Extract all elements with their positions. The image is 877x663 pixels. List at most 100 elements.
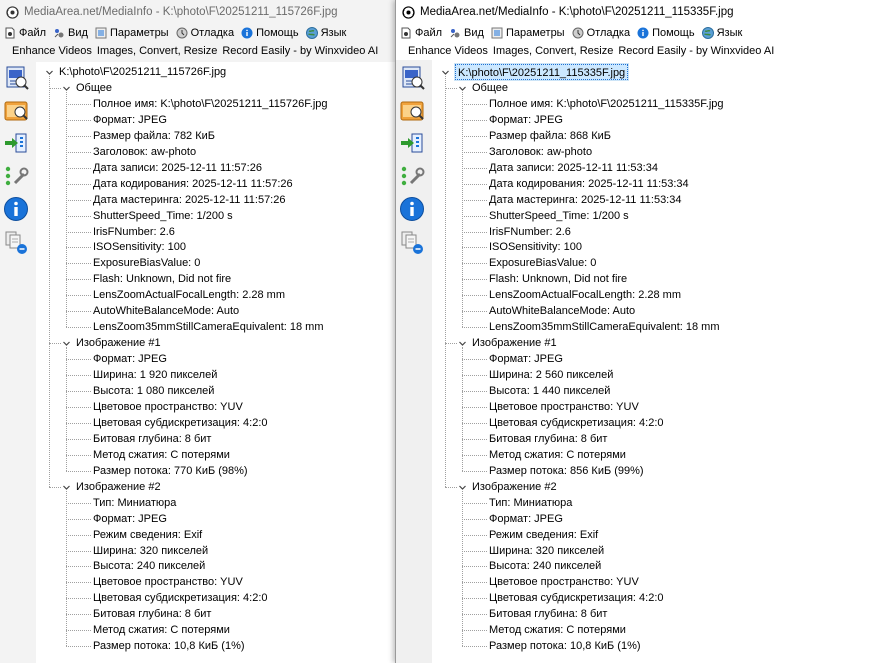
info-field[interactable]: Размер потока: 10,8 КиБ (1%) xyxy=(489,638,641,654)
info-tree[interactable]: K:\photo\F\20251211_115335F.jpg Общее Полн… xyxy=(432,62,877,663)
open-folder-icon[interactable] xyxy=(399,97,425,123)
info-field[interactable]: Цветовое пространство: YUV xyxy=(93,574,243,590)
info-field[interactable]: Размер потока: 10,8 КиБ (1%) xyxy=(93,638,245,654)
info-field[interactable]: Метод сжатия: С потерями xyxy=(93,447,230,463)
info-field[interactable]: ExposureBiasValue: 0 xyxy=(489,255,596,271)
info-field[interactable]: Заголовок: aw-photo xyxy=(93,144,196,160)
about-icon[interactable] xyxy=(399,196,425,222)
info-field[interactable]: Формат: JPEG xyxy=(489,511,563,527)
sponsor-link-record[interactable]: Record Easily - by Winxvideo AI xyxy=(222,45,378,57)
info-field[interactable]: LensZoomActualFocalLength: 2.28 mm xyxy=(489,287,681,303)
info-field[interactable]: LensZoomActualFocalLength: 2.28 mm xyxy=(93,287,285,303)
menu-debug[interactable]: Отладка xyxy=(176,27,234,39)
info-field[interactable]: Дата кодирования: 2025-12-11 11:53:34 xyxy=(489,176,689,192)
info-field[interactable]: Цветовая субдискретизация: 4:2:0 xyxy=(489,415,664,431)
info-field[interactable]: Цветовая субдискретизация: 4:2:0 xyxy=(93,590,268,606)
info-field[interactable]: Дата записи: 2025-12-11 11:57:26 xyxy=(93,160,262,176)
info-field[interactable]: Битовая глубина: 8 бит xyxy=(93,606,211,622)
menu-language[interactable]: Язык xyxy=(305,27,346,39)
info-field[interactable]: Размер файла: 782 КиБ xyxy=(93,128,215,144)
section-node[interactable]: Изображение #2 xyxy=(76,479,161,495)
file-root-node[interactable]: K:\photo\F\20251211_115335F.jpg xyxy=(453,63,630,81)
knowledge-icon[interactable] xyxy=(399,229,425,255)
info-field[interactable]: IrisFNumber: 2.6 xyxy=(93,224,175,240)
info-field[interactable]: ShutterSpeed_Time: 1/200 s xyxy=(93,208,233,224)
info-field[interactable]: ExposureBiasValue: 0 xyxy=(93,255,200,271)
menu-file[interactable]: Файл xyxy=(4,27,46,39)
info-field[interactable]: Дата мастеринга: 2025-12-11 11:57:26 xyxy=(93,192,285,208)
menu-file[interactable]: Файл xyxy=(400,27,442,39)
info-field[interactable]: Высота: 1 080 пикселей xyxy=(93,383,214,399)
section-node[interactable]: Общее xyxy=(76,80,112,96)
info-field[interactable]: Формат: JPEG xyxy=(489,351,563,367)
menu-view[interactable]: Вид xyxy=(449,27,484,39)
info-field[interactable]: Flash: Unknown, Did not fire xyxy=(93,271,231,287)
info-field[interactable]: Размер потока: 770 КиБ (98%) xyxy=(93,463,248,479)
export-icon[interactable] xyxy=(399,130,425,156)
file-root-node[interactable]: K:\photo\F\20251211_115726F.jpg xyxy=(59,64,226,80)
info-field[interactable]: Flash: Unknown, Did not fire xyxy=(489,271,627,287)
info-field[interactable]: Битовая глубина: 8 бит xyxy=(93,431,211,447)
info-field[interactable]: Режим сведения: Exif xyxy=(93,527,202,543)
open-folder-icon[interactable] xyxy=(3,97,29,123)
info-field[interactable]: Формат: JPEG xyxy=(93,511,167,527)
preferences-icon[interactable] xyxy=(399,163,425,189)
sponsor-link-record[interactable]: Record Easily - by Winxvideo AI xyxy=(618,45,774,57)
info-field[interactable]: Высота: 240 пикселей xyxy=(489,558,601,574)
info-field[interactable]: LensZoom35mmStillCameraEquivalent: 18 mm xyxy=(489,319,719,335)
info-field[interactable]: Метод сжатия: С потерями xyxy=(489,447,626,463)
info-field[interactable]: Заголовок: aw-photo xyxy=(489,144,592,160)
info-field[interactable]: LensZoom35mmStillCameraEquivalent: 18 mm xyxy=(93,319,323,335)
info-field[interactable]: Полное имя: K:\photo\F\20251211_115335F.… xyxy=(489,96,724,112)
info-field[interactable]: Формат: JPEG xyxy=(93,112,167,128)
info-field[interactable]: Тип: Миниатюра xyxy=(93,495,176,511)
info-field[interactable]: Высота: 1 440 пикселей xyxy=(489,383,610,399)
knowledge-icon[interactable] xyxy=(3,229,29,255)
section-node[interactable]: Изображение #1 xyxy=(472,335,557,351)
menu-help[interactable]: Помощь xyxy=(241,27,299,39)
info-field[interactable]: Ширина: 320 пикселей xyxy=(93,543,208,559)
info-field[interactable]: Ширина: 1 920 пикселей xyxy=(93,367,217,383)
info-field[interactable]: Метод сжатия: С потерями xyxy=(93,622,230,638)
info-field[interactable]: Цветовая субдискретизация: 4:2:0 xyxy=(489,590,664,606)
sponsor-link-images[interactable]: Images, Convert, Resize xyxy=(493,45,613,57)
open-file-icon[interactable] xyxy=(3,64,29,90)
info-field[interactable]: Дата записи: 2025-12-11 11:53:34 xyxy=(489,160,658,176)
info-field[interactable]: Формат: JPEG xyxy=(93,351,167,367)
info-tree[interactable]: K:\photo\F\20251211_115726F.jpg Общее Полн… xyxy=(36,62,395,663)
sponsor-link-images[interactable]: Images, Convert, Resize xyxy=(97,45,217,57)
info-field[interactable]: ISOSensitivity: 100 xyxy=(489,239,582,255)
info-field[interactable]: Метод сжатия: С потерями xyxy=(489,622,626,638)
info-field[interactable]: Битовая глубина: 8 бит xyxy=(489,431,607,447)
info-field[interactable]: AutoWhiteBalanceMode: Auto xyxy=(93,303,239,319)
menu-settings[interactable]: Параметры xyxy=(491,27,565,39)
info-field[interactable]: ShutterSpeed_Time: 1/200 s xyxy=(489,208,629,224)
mediainfo-window-left[interactable]: MediaArea.net/MediaInfo - K:\photo\F\202… xyxy=(0,0,395,663)
section-node[interactable]: Общее xyxy=(472,80,508,96)
sponsor-link-enhance[interactable]: Enhance Videos xyxy=(12,45,92,57)
info-field[interactable]: Дата мастеринга: 2025-12-11 11:53:34 xyxy=(489,192,681,208)
menu-settings[interactable]: Параметры xyxy=(95,27,169,39)
title-bar[interactable]: MediaArea.net/MediaInfo - K:\photo\F\202… xyxy=(396,0,877,24)
about-icon[interactable] xyxy=(3,196,29,222)
info-field[interactable]: Размер файла: 868 КиБ xyxy=(489,128,611,144)
info-field[interactable]: Ширина: 320 пикселей xyxy=(489,543,604,559)
info-field[interactable]: Цветовая субдискретизация: 4:2:0 xyxy=(93,415,268,431)
info-field[interactable]: Цветовое пространство: YUV xyxy=(93,399,243,415)
sponsor-link-enhance[interactable]: Enhance Videos xyxy=(408,45,488,57)
open-file-icon[interactable] xyxy=(399,64,425,90)
info-field[interactable]: Битовая глубина: 8 бит xyxy=(489,606,607,622)
mediainfo-window-right[interactable]: MediaArea.net/MediaInfo - K:\photo\F\202… xyxy=(395,0,877,663)
info-field[interactable]: ISOSensitivity: 100 xyxy=(93,239,186,255)
menu-help[interactable]: Помощь xyxy=(637,27,695,39)
info-field[interactable]: Тип: Миниатюра xyxy=(489,495,572,511)
menu-debug[interactable]: Отладка xyxy=(572,27,630,39)
info-field[interactable]: AutoWhiteBalanceMode: Auto xyxy=(489,303,635,319)
menu-language[interactable]: Язык xyxy=(701,27,742,39)
info-field[interactable]: Размер потока: 856 КиБ (99%) xyxy=(489,463,644,479)
export-icon[interactable] xyxy=(3,130,29,156)
section-node[interactable]: Изображение #2 xyxy=(472,479,557,495)
info-field[interactable]: Режим сведения: Exif xyxy=(489,527,598,543)
info-field[interactable]: Полное имя: K:\photo\F\20251211_115726F.… xyxy=(93,96,328,112)
info-field[interactable]: Высота: 240 пикселей xyxy=(93,558,205,574)
